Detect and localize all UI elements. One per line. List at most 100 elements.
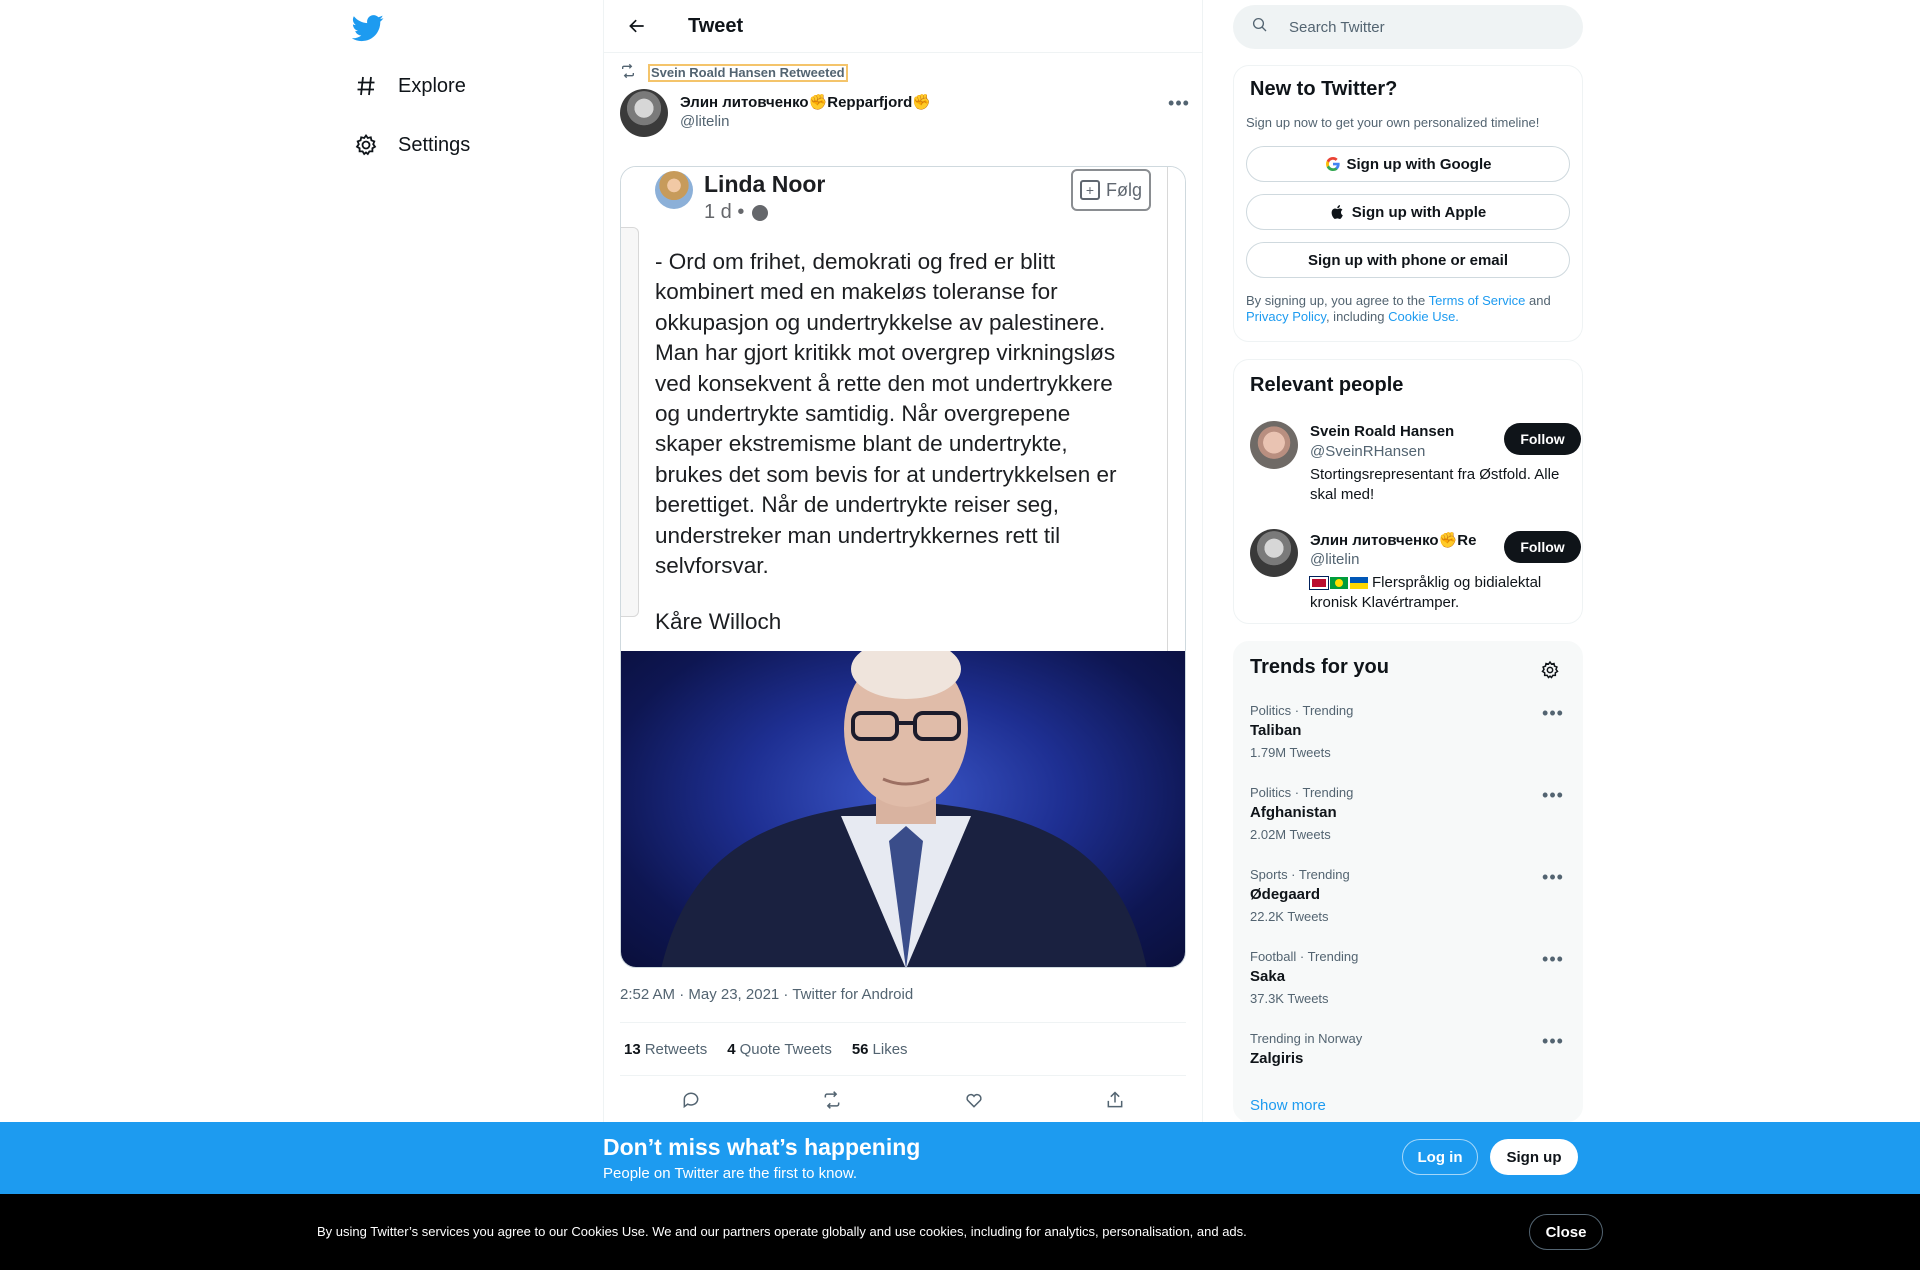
trend-count: 22.2K Tweets [1250,909,1329,924]
more-icon[interactable]: ••• [1540,949,1566,969]
person-handle[interactable]: @litelin [1310,551,1359,568]
author-handle[interactable]: @litelin [680,113,931,130]
retweets-stat[interactable]: 13 Retweets [624,1041,707,1058]
trend-name: Saka [1250,968,1286,985]
follow-button[interactable]: Follow [1504,423,1581,455]
trend-name: Zalgiris [1250,1050,1304,1067]
facebook-screenshot: Linda Noor 1 d • + Følg - Ord om frihet,… [621,167,1185,651]
trend-item[interactable]: Politics · Trending Afghanistan 2.02M Tw… [1250,785,1568,855]
avatar[interactable] [620,89,668,137]
fb-avatar [655,171,693,209]
flags-icon [1309,576,1368,590]
fb-scroll-edge [621,227,639,617]
fb-follow-button: + Følg [1071,169,1151,211]
show-more-link[interactable]: Show more [1250,1097,1326,1114]
hashtag-icon [352,72,380,100]
retweeted-by-link[interactable]: Svein Roald Hansen Retweeted [648,63,848,82]
fb-post-meta: 1 d • [704,201,769,224]
twitter-logo-icon[interactable] [351,12,384,44]
terms-of-service-link[interactable]: Terms of Service [1429,293,1526,308]
author-display-name[interactable]: Элин литовченко✊Repparfjord✊ [680,93,931,111]
signup-button[interactable]: Sign up [1490,1139,1578,1175]
more-icon[interactable]: ••• [1540,785,1566,805]
trend-item[interactable]: Football · Trending Saka 37.3K Tweets ••… [1250,949,1568,1019]
quotes-count: 4 [727,1040,736,1058]
retweets-label: Retweets [644,1040,708,1058]
signup-apple-button[interactable]: Sign up with Apple [1246,194,1570,230]
likes-label: Likes [872,1040,908,1058]
tweet-media-image[interactable]: Linda Noor 1 d • + Følg - Ord om frihet,… [620,166,1186,968]
retweet-context: Svein Roald Hansen Retweeted [620,63,848,82]
relevant-people-title: Relevant people [1250,374,1404,396]
person-bio: Stortingsrepresentant fra Østfold. Alle … [1310,466,1560,503]
relevant-people-panel: Relevant people Svein Roald Hansen @Svei… [1233,359,1583,624]
search-bar[interactable] [1233,5,1583,49]
search-input[interactable] [1289,18,1549,36]
signup-phone-email-button[interactable]: Sign up with phone or email [1246,242,1570,278]
trend-name: Ødegaard [1250,886,1321,903]
follow-button[interactable]: Follow [1504,531,1581,563]
google-icon [1325,156,1341,172]
nav-explore[interactable]: Explore [352,62,466,110]
cookie-bar: By using Twitter’s services you agree to… [0,1194,1920,1270]
trend-item[interactable]: Politics · Trending Taliban 1.79M Tweets… [1250,703,1568,773]
gear-icon[interactable] [1536,656,1564,684]
new-to-twitter-panel: New to Twitter? Sign up now to get your … [1233,65,1583,342]
signup-google-label: Sign up with Google [1346,155,1492,173]
trends-title: Trends for you [1250,656,1389,678]
trend-name: Taliban [1250,722,1302,739]
trend-meta: Trending in Norway [1250,1031,1363,1046]
trend-name: Afghanistan [1250,804,1337,821]
trends-panel: Trends for you Politics · Trending Talib… [1233,641,1583,1122]
more-icon[interactable]: ••• [1540,867,1566,887]
person-handle[interactable]: @SveinRHansen [1310,443,1425,460]
cookie-text: By using Twitter’s services you agree to… [317,1224,1247,1239]
trend-item[interactable]: Sports · Trending Ødegaard 22.2K Tweets … [1250,867,1568,937]
likes-stat[interactable]: 56 Likes [852,1041,908,1058]
trend-meta: Sports · Trending [1250,867,1350,882]
add-icon: + [1080,180,1100,200]
signup-phone-label: Sign up with phone or email [1307,251,1508,269]
main-column: Tweet Svein Roald Hansen Retweeted Элин … [603,0,1203,1122]
nav-settings[interactable]: Settings [352,121,470,169]
gear-icon [352,131,380,159]
cookie-use-link[interactable]: Cookie Use. [1388,309,1459,324]
new-to-twitter-subtitle: Sign up now to get your own personalized… [1246,115,1540,130]
header-bar: Tweet [604,0,1202,53]
like-icon[interactable] [957,1083,991,1117]
fb-follow-label: Følg [1106,179,1142,200]
trend-count: 37.3K Tweets [1250,991,1329,1006]
banner-subheading: People on Twitter are the first to know. [603,1165,858,1182]
person-name[interactable]: Элин литовченко✊Re [1310,531,1480,549]
trend-item[interactable]: Trending in Norway Zalgiris ••• [1250,1031,1568,1101]
login-button[interactable]: Log in [1402,1139,1478,1175]
fb-author-name: Linda Noor [704,171,826,197]
fb-quote-text: - Ord om frihet, demokrati og fred er bl… [655,249,1117,579]
portrait-photo [621,651,1185,967]
signup-apple-label: Sign up with Apple [1351,203,1487,221]
tweet-actions [620,1080,1186,1120]
nav-explore-label: Explore [398,74,466,97]
more-icon[interactable]: ••• [1166,93,1192,113]
trend-meta: Football · Trending [1250,949,1359,964]
more-icon[interactable]: ••• [1540,703,1566,723]
person-bio: Flerspråklig og bidialektal kronisk Klav… [1309,573,1570,613]
quote-tweets-stat[interactable]: 4 Quote Tweets [727,1041,832,1058]
back-arrow-icon[interactable] [620,9,654,43]
more-icon[interactable]: ••• [1540,1031,1566,1051]
cookie-close-button[interactable]: Close [1529,1214,1603,1250]
share-icon[interactable] [1098,1083,1132,1117]
privacy-policy-link[interactable]: Privacy Policy [1246,309,1326,324]
avatar[interactable] [1250,421,1298,469]
tweet-timestamp[interactable]: 2:52 AM · May 23, 2021 · Twitter for And… [620,986,913,1003]
person-name[interactable]: Svein Roald Hansen [1310,423,1480,440]
trend-meta: Politics · Trending [1250,703,1354,718]
avatar[interactable] [1250,529,1298,577]
signup-legal-text: By signing up, you agree to the Terms of… [1246,293,1576,325]
reply-icon[interactable] [674,1083,708,1117]
fb-post-age: 1 d • [704,201,745,223]
trend-count: 2.02M Tweets [1250,827,1331,842]
legal-prefix: By signing up, you agree to the [1246,293,1429,308]
retweet-button-icon[interactable] [815,1083,849,1117]
signup-google-button[interactable]: Sign up with Google [1246,146,1570,182]
